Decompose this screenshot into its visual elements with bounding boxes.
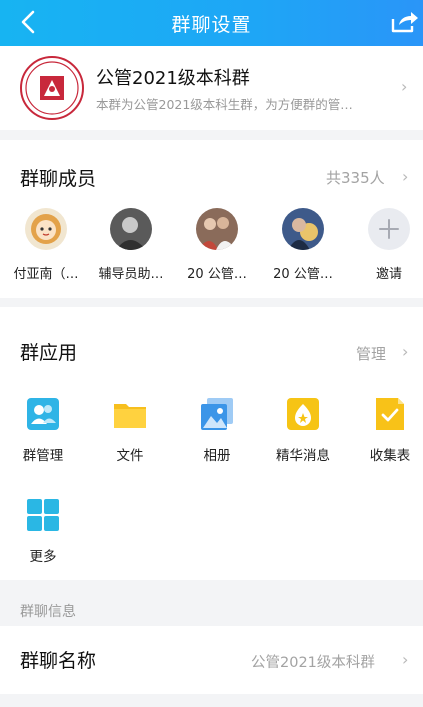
app-group-manage[interactable]: 群管理 [8,396,78,464]
chevron-right-icon: › [402,167,409,186]
avatar [25,208,67,250]
photo-album-icon [199,396,235,432]
member-count: 共335人 [326,169,385,187]
chevron-right-icon: › [402,342,409,361]
apps-title: 群应用 [20,342,78,364]
share-button[interactable] [389,8,421,36]
member-label: 辅导员助… [98,267,164,282]
member-label: 20 公管… [273,267,333,282]
app-files[interactable]: 文件 [95,396,165,464]
group-avatar [20,56,84,120]
more-apps-icon [25,497,61,533]
title-bar: 群聊设置 [0,0,423,46]
folder-icon [112,396,148,432]
plus-icon [368,208,410,250]
group-info-section-label: 群聊信息 [20,604,76,620]
avatar [282,208,324,250]
avatar [110,208,152,250]
app-label: 文件 [116,448,144,464]
essence-message-icon [285,396,321,432]
member-label: 付亚南（… [13,267,79,282]
chevron-right-icon: › [402,650,409,669]
chevron-right-icon: › [401,77,408,96]
app-essence-messages[interactable]: 精华消息 [268,396,338,464]
app-label: 群管理 [22,448,64,464]
group-name-value: 公管2021级本科群 [251,655,375,671]
app-collection-form[interactable]: 收集表 [355,396,423,464]
page-title: 群聊设置 [171,13,252,36]
group-description: 本群为公管2021级本科生群，为方便群的管… [96,97,353,112]
group-name: 公管2021级本科群 [96,68,250,89]
collection-form-icon [372,396,408,432]
group-apps-section: 群应用 管理 › 群管理 文件 相册 精华消息 收集表 更多 [0,307,423,580]
invite-label: 邀请 [375,267,402,282]
member-item[interactable]: 付亚南（… [5,208,87,282]
back-button[interactable] [14,8,42,36]
apps-manage-label: 管理 [356,345,387,363]
app-label: 精华消息 [276,448,330,464]
members-section: 群聊成员 共335人 › 付亚南（… 辅导员助… 20 公管… 20 公管… 邀… [0,140,423,298]
group-name-row[interactable]: 群聊名称 公管2021级本科群 › [0,626,423,694]
avatar [196,208,238,250]
app-label: 相册 [203,448,231,464]
app-album[interactable]: 相册 [182,396,252,464]
member-label: 20 公管… [187,267,247,282]
members-title: 群聊成员 [20,168,97,190]
app-more[interactable]: 更多 [8,497,78,565]
member-item[interactable]: 20 公管… [262,208,344,282]
member-item[interactable]: 辅导员助… [90,208,172,282]
group-name-label: 群聊名称 [20,650,97,672]
share-icon [391,12,418,33]
app-label: 收集表 [369,448,411,464]
member-item[interactable]: 20 公管… [176,208,258,282]
invite-button[interactable]: 邀请 [348,208,423,282]
group-header-row[interactable]: 公管2021级本科群 本群为公管2021级本科生群，为方便群的管… › [0,46,423,130]
group-manage-icon [25,396,61,432]
app-label: 更多 [29,549,57,565]
chevron-left-icon [21,10,35,34]
